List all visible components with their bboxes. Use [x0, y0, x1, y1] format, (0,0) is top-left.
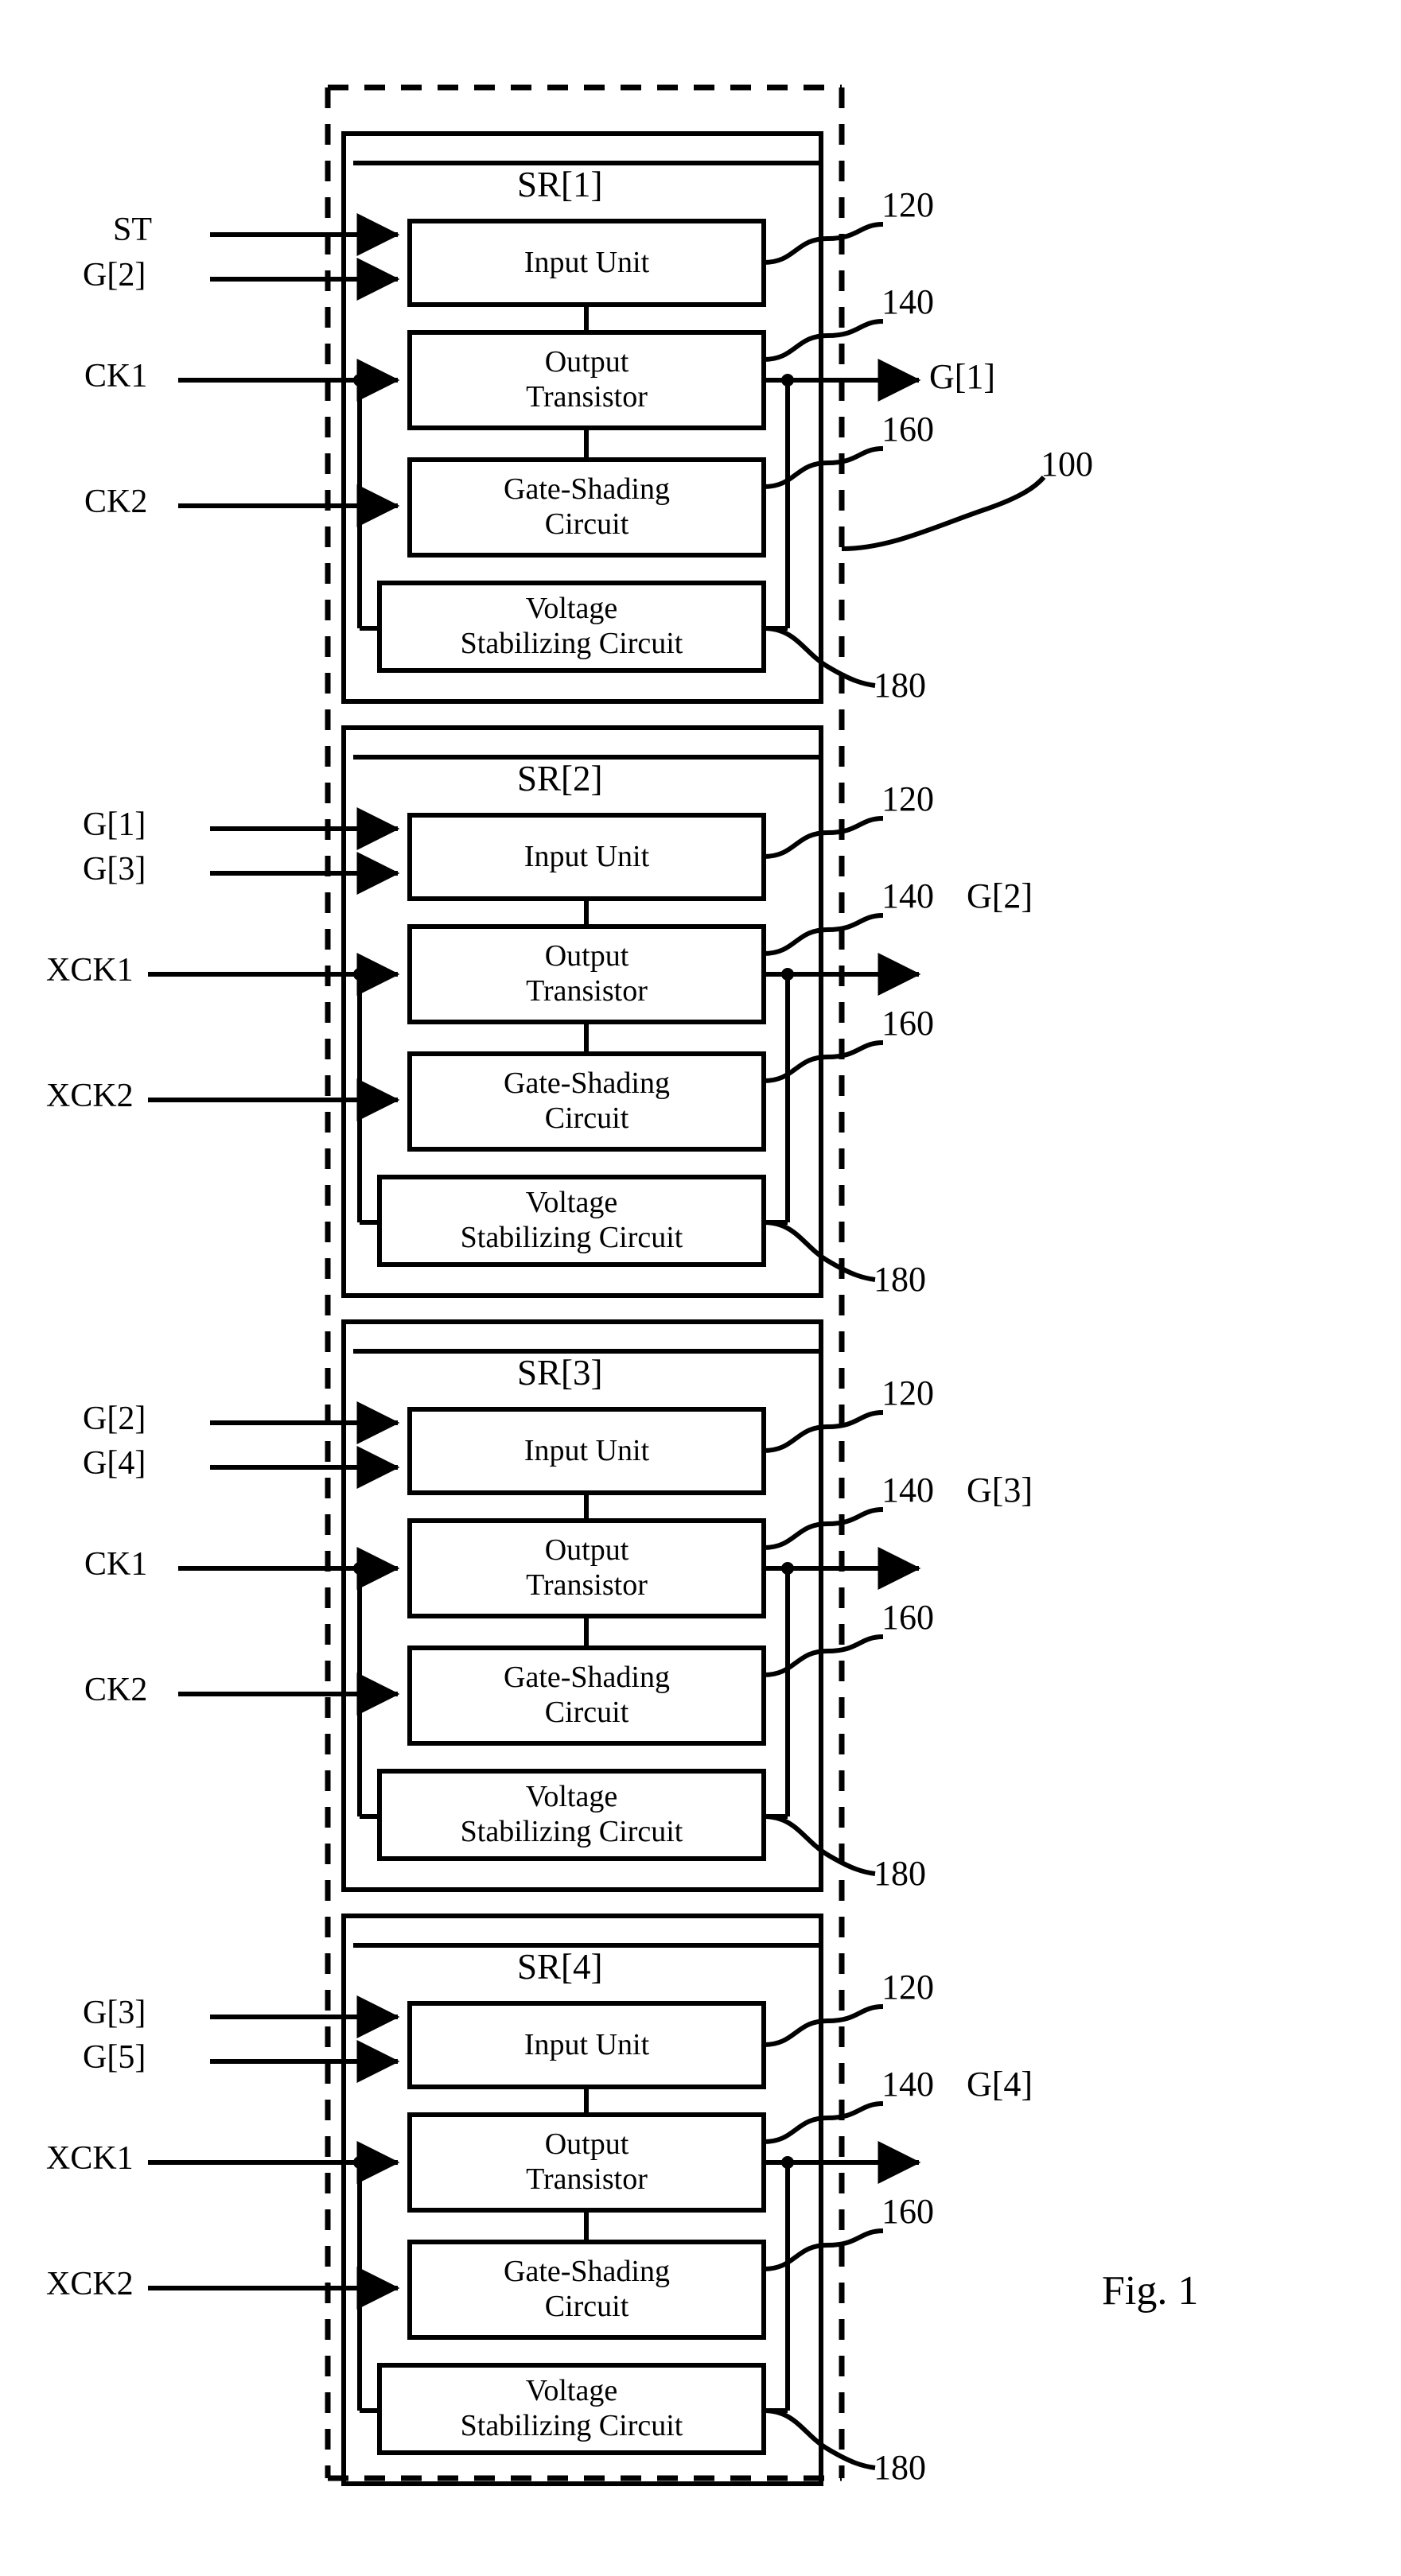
sr1-ref-180: 180	[874, 666, 926, 705]
sr4-vs-line1: Voltage	[525, 2374, 618, 2408]
sr3-input-label-ck1: CK1	[84, 1546, 148, 1583]
sr2-output-label-g2: G[2]	[967, 876, 1033, 915]
sr4-ref-140: 140	[881, 2065, 934, 2104]
sr3-gs-line2: Circuit	[544, 1696, 629, 1729]
sr2-input-label-xck2: XCK2	[46, 1078, 134, 1114]
sr1-ot-line1: Output	[544, 345, 629, 379]
sr4-output-transistor-label: Output Transistor	[410, 2115, 764, 2210]
sr1-ot-line2: Transistor	[526, 380, 648, 414]
sr4-input-label-g3: G[3]	[83, 1995, 146, 2031]
sr2-ref-180: 180	[874, 1260, 926, 1299]
sr1-input-label-g2: G[2]	[83, 257, 146, 293]
sr2-input-label-g3: G[3]	[83, 851, 146, 888]
sr2-ot-line2: Transistor	[526, 974, 648, 1008]
sr4-vs-line2: Stabilizing Circuit	[460, 2409, 683, 2442]
sr1-input-unit-label: Input Unit	[410, 221, 764, 305]
sr4-input-label-g5: G[5]	[83, 2039, 146, 2076]
sr2-gs-line2: Circuit	[544, 1102, 629, 1135]
sr4-ref-180: 180	[874, 2448, 926, 2487]
sr4-gs-line1: Gate-Shading	[504, 2255, 670, 2289]
sr3-input-unit-text: Input Unit	[523, 1433, 650, 1467]
sr3-input-label-g2: G[2]	[83, 1401, 146, 1437]
sr2-title: SR[2]	[517, 759, 603, 798]
sr1-output-transistor-label: Output Transistor	[410, 332, 764, 428]
sr1-gs-line2: Circuit	[544, 507, 629, 541]
sr1-voltage-label: Voltage Stabilizing Circuit	[379, 583, 764, 670]
sr1-gs-line1: Gate-Shading	[504, 472, 670, 507]
sr1-input-unit-text: Input Unit	[523, 245, 650, 279]
sr4-voltage-label: Voltage Stabilizing Circuit	[379, 2365, 764, 2453]
sr1-gate-shading-label: Gate-Shading Circuit	[410, 460, 764, 555]
sr4-output-label-g4: G[4]	[967, 2065, 1033, 2104]
sr1-ref-120: 120	[881, 185, 934, 224]
sr2-ref-140: 140	[881, 876, 934, 915]
sr4-ref-160: 160	[881, 2192, 934, 2231]
sr1-input-label-ck2: CK2	[84, 484, 148, 520]
sr2-input-unit-label: Input Unit	[410, 815, 764, 899]
sr3-input-unit-label: Input Unit	[410, 1409, 764, 1493]
sr3-ot-line2: Transistor	[526, 1568, 648, 1602]
figure-caption: Fig. 1	[1102, 2268, 1199, 2314]
ref100-leader	[841, 475, 1046, 551]
sr4-input-label-xck2: XCK2	[46, 2266, 134, 2302]
sr1-ref-160: 160	[881, 410, 934, 449]
sr1-ref-140: 140	[881, 282, 934, 321]
sr2-vs-line1: Voltage	[525, 1186, 618, 1220]
sr1-vs-line1: Voltage	[525, 592, 618, 626]
sr1-title: SR[1]	[517, 165, 603, 204]
sr3-title: SR[3]	[517, 1353, 603, 1393]
sr1-input-label-ck1: CK1	[84, 358, 148, 394]
outer-ref-100: 100	[1041, 445, 1093, 484]
sr1-output-label-g1: G[1]	[929, 357, 996, 396]
sr3-ref-180: 180	[874, 1854, 926, 1893]
sr4-input-unit-label: Input Unit	[410, 2003, 764, 2087]
sr4-ot-line2: Transistor	[526, 2162, 648, 2196]
sr2-input-unit-text: Input Unit	[523, 839, 650, 873]
sr4-ot-line1: Output	[544, 2127, 629, 2162]
sr2-gate-shading-label: Gate-Shading Circuit	[410, 1054, 764, 1149]
sr4-input-label-xck1: XCK1	[46, 2140, 134, 2177]
sr3-input-label-g4: G[4]	[83, 1445, 146, 1482]
sr2-input-label-xck1: XCK1	[46, 952, 134, 989]
sr2-ref-120: 120	[881, 779, 934, 818]
sr2-ot-line1: Output	[544, 939, 629, 973]
sr3-output-transistor-label: Output Transistor	[410, 1521, 764, 1616]
sr3-vs-line2: Stabilizing Circuit	[460, 1815, 683, 1848]
sr2-input-label-g1: G[1]	[83, 806, 146, 843]
sr3-input-label-ck2: CK2	[84, 1672, 148, 1708]
sr2-gs-line1: Gate-Shading	[504, 1067, 670, 1101]
sr2-ref-160: 160	[881, 1004, 934, 1043]
sr3-vs-line1: Voltage	[525, 1780, 618, 1814]
sr4-ref-120: 120	[881, 1968, 934, 2007]
sr1-input-label-st: ST	[113, 212, 153, 248]
sr3-ot-line1: Output	[544, 1533, 629, 1568]
sr3-voltage-label: Voltage Stabilizing Circuit	[379, 1771, 764, 1859]
sr3-output-label-g3: G[3]	[967, 1471, 1033, 1509]
sr4-gs-line2: Circuit	[544, 2290, 629, 2323]
sr2-output-transistor-label: Output Transistor	[410, 927, 764, 1022]
sr2-voltage-label: Voltage Stabilizing Circuit	[379, 1177, 764, 1265]
sr2-vs-line2: Stabilizing Circuit	[460, 1221, 683, 1254]
sr3-gs-line1: Gate-Shading	[504, 1661, 670, 1695]
sr4-gate-shading-label: Gate-Shading Circuit	[410, 2242, 764, 2337]
sr4-title: SR[4]	[517, 1947, 603, 1987]
sr3-ref-120: 120	[881, 1373, 934, 1412]
figure-page: ST G[2] CK1 CK2 SR[1] Input Unit Output …	[0, 0, 1401, 2576]
sr3-gate-shading-label: Gate-Shading Circuit	[410, 1648, 764, 1743]
sr4-input-unit-text: Input Unit	[523, 2027, 650, 2061]
sr3-ref-160: 160	[881, 1598, 934, 1637]
sr3-ref-140: 140	[881, 1471, 934, 1509]
sr1-vs-line2: Stabilizing Circuit	[460, 627, 683, 660]
